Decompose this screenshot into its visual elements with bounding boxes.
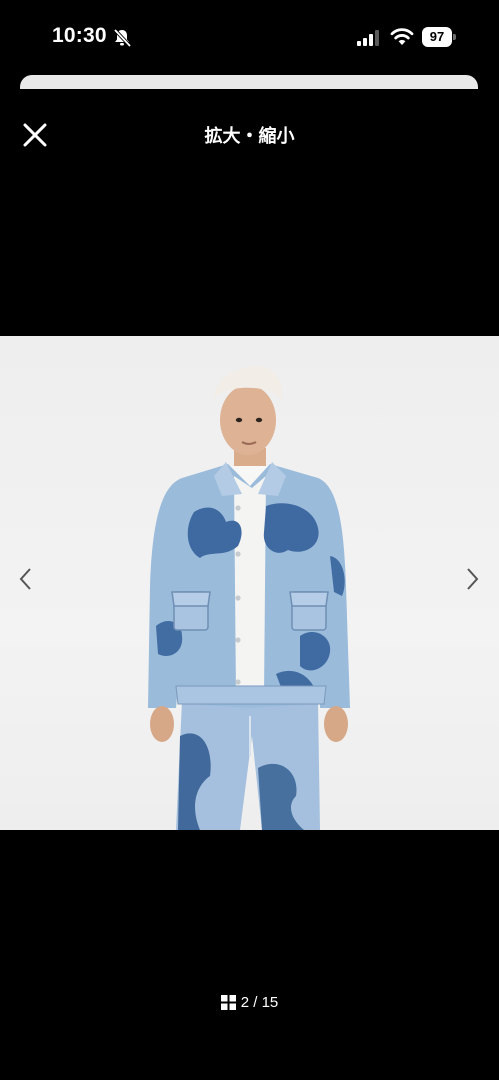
chevron-right-icon[interactable]: [460, 564, 484, 594]
cellular-signal-icon: [357, 30, 379, 46]
battery-icon: 97: [422, 27, 456, 47]
chevron-left-icon[interactable]: [14, 564, 38, 594]
status-bar: 10:30 97: [0, 0, 499, 72]
bell-slash-icon: [113, 28, 132, 48]
image-counter-text: 2 / 15: [240, 994, 279, 1011]
status-time: 10:30: [52, 24, 107, 47]
grid-icon[interactable]: [220, 995, 236, 1010]
zoomable-image-viewer[interactable]: [0, 336, 499, 830]
wifi-icon: [390, 28, 414, 45]
sheet-handle[interactable]: [20, 75, 478, 89]
battery-level: 97: [422, 27, 452, 47]
zoom-header: 拡大・縮小: [0, 108, 499, 160]
page-title: 拡大・縮小: [204, 126, 295, 147]
product-photo[interactable]: [0, 336, 499, 830]
battery-cap: [453, 34, 456, 40]
image-counter: 2 / 15: [0, 994, 499, 1014]
